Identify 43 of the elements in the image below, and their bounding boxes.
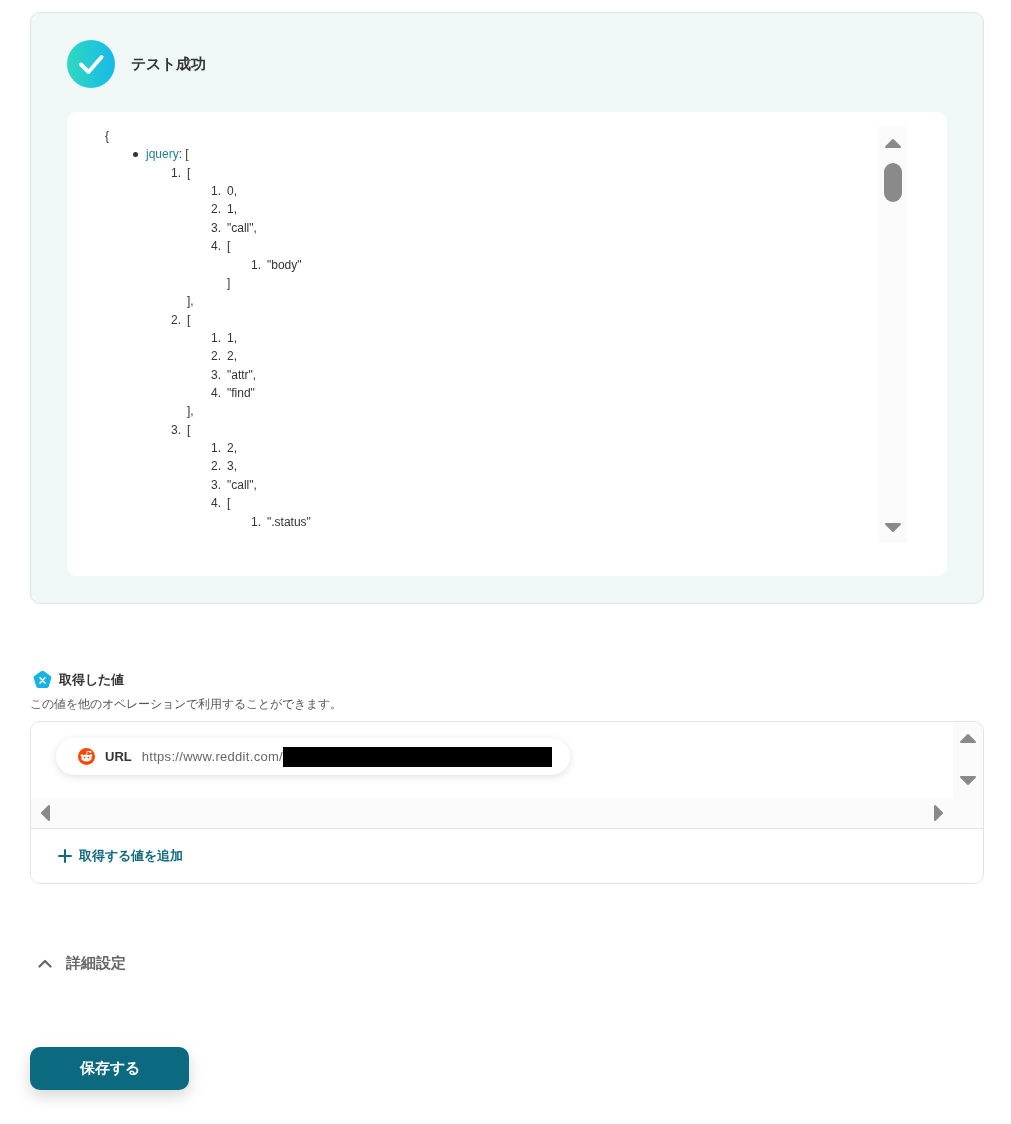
json-line: 2. [: [171, 311, 191, 329]
save-button[interactable]: 保存する: [30, 1047, 189, 1090]
scroll-up-arrow-icon[interactable]: [959, 733, 977, 743]
json-line: 1. "body": [251, 256, 302, 274]
json-line: 4. "find": [211, 385, 255, 403]
value-chip[interactable]: URL https://www.reddit.com/: [56, 738, 570, 775]
json-line: 1. 2,: [211, 440, 237, 458]
json-line: 4. [: [211, 495, 231, 513]
json-line: 2. 2,: [211, 348, 237, 366]
chip-value: https://www.reddit.com/: [141, 749, 283, 764]
json-line: 3. [: [171, 421, 191, 439]
json-line: jquery: [: [146, 146, 189, 164]
scrollbar-thumb[interactable]: [883, 163, 902, 202]
json-line: ],: [187, 403, 194, 421]
json-line: 4. [: [211, 238, 231, 256]
pentagon-x-icon: [33, 670, 52, 690]
scroll-down-arrow-icon[interactable]: [959, 776, 977, 786]
scroll-up-arrow-icon[interactable]: [883, 138, 902, 148]
section-description: この値を他のオペレーションで利用することができます。: [30, 696, 342, 712]
scroll-left-arrow-icon[interactable]: [40, 804, 50, 822]
plus-icon: [58, 849, 72, 863]
json-line: {: [105, 128, 109, 145]
chevron-up-icon: [38, 959, 52, 968]
advanced-settings-toggle[interactable]: 詳細設定: [30, 954, 126, 973]
panel-title: テスト成功: [131, 54, 206, 74]
json-line: 2. 3,: [211, 458, 237, 476]
section-title: 取得した値: [59, 671, 124, 689]
alien-head-icon: [78, 748, 95, 765]
check-circle-icon: [67, 40, 115, 88]
json-line: 2. 1,: [211, 201, 237, 219]
json-line: 3. "call",: [211, 476, 257, 494]
json-line: ]: [227, 274, 231, 292]
bullet-icon: [133, 152, 138, 158]
scroll-right-arrow-icon[interactable]: [934, 804, 944, 822]
json-line: 3. "call",: [211, 219, 257, 237]
json-line: ],: [187, 293, 194, 311]
json-line: 1. ".status": [251, 513, 311, 531]
json-line: 1. 1,: [211, 329, 237, 347]
chip-label: URL: [105, 749, 132, 764]
json-line: 1. 0,: [211, 183, 237, 201]
json-line: 3. "attr",: [211, 366, 257, 384]
scroll-down-arrow-icon[interactable]: [883, 523, 902, 533]
json-line: 1. [: [171, 164, 191, 182]
